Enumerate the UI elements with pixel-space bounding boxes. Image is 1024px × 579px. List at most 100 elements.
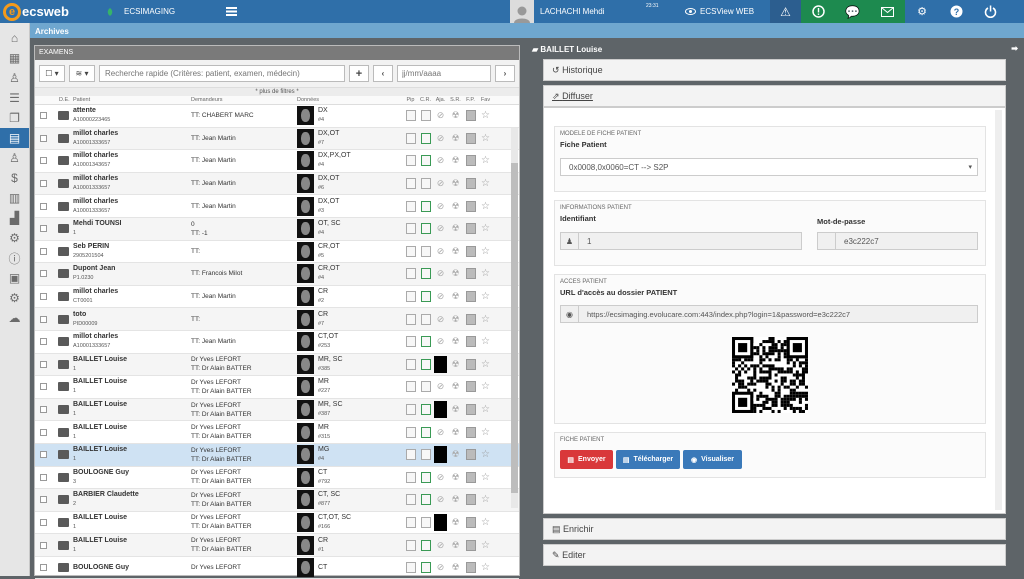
- donnees-cell[interactable]: CT,OT #253: [297, 332, 403, 352]
- folder-icon[interactable]: [58, 540, 69, 550]
- radiation-icon[interactable]: ☢: [451, 336, 461, 347]
- radiation-icon[interactable]: ☢: [451, 155, 461, 166]
- row-checkbox[interactable]: [40, 541, 47, 549]
- image-thumbnail[interactable]: [297, 241, 314, 261]
- donnees-cell[interactable]: CR,OT #5: [297, 241, 403, 261]
- table-row[interactable]: Dupont Jean P1.0230 TT: Francois Milot CR,O…: [35, 263, 519, 286]
- row-checkbox[interactable]: [40, 564, 47, 572]
- qr-icon[interactable]: [465, 381, 476, 393]
- home-icon[interactable]: ⌂: [0, 28, 29, 48]
- warning-button[interactable]: ⚠: [770, 0, 801, 23]
- qr-icon[interactable]: [465, 539, 476, 551]
- radiation-icon[interactable]: ☢: [451, 427, 461, 438]
- qr-icon[interactable]: [465, 223, 476, 235]
- table-row[interactable]: BAILLET Louise 1 Dr Yves LEFORT TT: Dr Alai…: [35, 353, 519, 377]
- qr-icon[interactable]: [465, 494, 476, 506]
- eye-slash-icon[interactable]: ⊘: [436, 155, 446, 166]
- folder-icon[interactable]: [58, 517, 69, 527]
- star-icon[interactable]: ☆: [481, 494, 491, 505]
- table-row[interactable]: BAILLET Louise 1 Dr Yves LEFORT TT: Dr Alai…: [35, 534, 519, 557]
- table-row[interactable]: millot charles A10001333657 TT: Jean Marti…: [35, 331, 519, 354]
- patient-cell[interactable]: BAILLET Louise 1: [73, 400, 191, 419]
- radiation-icon[interactable]: ☢: [451, 246, 461, 257]
- pip-icon[interactable]: [405, 132, 416, 144]
- donnees-cell[interactable]: MR #315: [297, 422, 403, 442]
- share-arrow-icon[interactable]: ➡: [1011, 44, 1018, 53]
- eye-slash-icon[interactable]: ⊘: [436, 268, 446, 279]
- report-icon[interactable]: [420, 223, 431, 235]
- folder-icon[interactable]: [58, 405, 69, 415]
- eye-slash-icon[interactable]: ⊘: [436, 110, 446, 121]
- layers-icon[interactable]: ❐: [0, 108, 29, 128]
- star-icon[interactable]: ☆: [481, 517, 491, 528]
- row-checkbox[interactable]: [40, 496, 47, 504]
- donnees-cell[interactable]: DX,OT #6: [297, 174, 403, 194]
- quick-search-input[interactable]: [99, 65, 345, 82]
- qr-icon[interactable]: [465, 426, 476, 438]
- qr-icon[interactable]: [465, 268, 476, 280]
- pip-icon[interactable]: [405, 426, 416, 438]
- patient-cell[interactable]: BAILLET Louise 1: [73, 445, 191, 464]
- document-settings-icon[interactable]: ▥: [0, 188, 29, 208]
- qr-icon[interactable]: [465, 562, 476, 574]
- radiation-icon[interactable]: ☢: [451, 540, 461, 551]
- table-row[interactable]: Seb PERIN 2905201504 TT: CR,OT #5 ⊘ ☢ ☆: [35, 241, 519, 264]
- star-icon[interactable]: ☆: [481, 133, 491, 144]
- exams-scrollbar[interactable]: [511, 128, 518, 508]
- row-checkbox[interactable]: [40, 473, 47, 481]
- password-field[interactable]: e3c222c7: [817, 232, 978, 250]
- report-icon[interactable]: [420, 245, 431, 257]
- col-de[interactable]: D.E.: [35, 97, 73, 103]
- tools-button[interactable]: ⚙: [905, 0, 939, 23]
- patient-cell[interactable]: BAILLET Louise 1: [73, 423, 191, 442]
- report-icon[interactable]: [420, 426, 431, 438]
- image-thumbnail[interactable]: [297, 512, 314, 532]
- star-icon[interactable]: ☆: [481, 381, 491, 392]
- patient-cell[interactable]: attente A10000223465: [73, 106, 191, 125]
- mail-button[interactable]: [870, 0, 905, 23]
- folder-icon[interactable]: [58, 382, 69, 392]
- report-icon[interactable]: [420, 200, 431, 212]
- donnees-cell[interactable]: CT #792: [297, 467, 403, 487]
- comments-icon[interactable]: ☁: [0, 308, 29, 328]
- report-icon[interactable]: [420, 404, 431, 416]
- diffuser-scrollbar[interactable]: [995, 110, 1002, 510]
- telecharger-button[interactable]: ▤ Télécharger: [616, 450, 680, 469]
- star-icon[interactable]: ☆: [481, 540, 491, 551]
- qr-icon[interactable]: [465, 132, 476, 144]
- image-thumbnail[interactable]: [297, 309, 314, 329]
- eye-slash-icon[interactable]: ⊘: [436, 314, 446, 325]
- folder-icon[interactable]: [58, 269, 69, 279]
- folder-icon[interactable]: [58, 224, 69, 234]
- eye-slash-icon[interactable]: ⊘: [436, 201, 446, 212]
- image-thumbnail[interactable]: [297, 196, 314, 216]
- donnees-cell[interactable]: CR #2: [297, 287, 403, 307]
- patient-cell[interactable]: toto PID00009: [73, 310, 191, 329]
- folder-icon[interactable]: [58, 563, 69, 573]
- report-icon[interactable]: [420, 449, 431, 461]
- radiation-icon[interactable]: ☢: [451, 562, 461, 573]
- folder-icon[interactable]: [58, 472, 69, 482]
- row-checkbox[interactable]: [40, 225, 47, 233]
- folder-icon[interactable]: [58, 292, 69, 302]
- patient-cell[interactable]: Seb PERIN 2905201504: [73, 242, 191, 261]
- col-patient[interactable]: Patient: [73, 97, 191, 103]
- donnees-cell[interactable]: MG #4: [297, 445, 403, 465]
- folder-icon[interactable]: [58, 359, 69, 369]
- star-icon[interactable]: ☆: [481, 562, 491, 573]
- qr-icon[interactable]: [465, 110, 476, 122]
- image-thumbnail[interactable]: [297, 151, 314, 171]
- donnees-cell[interactable]: CT,OT, SC #166: [297, 512, 403, 532]
- radiation-icon[interactable]: ☢: [451, 517, 461, 528]
- col-demandeurs[interactable]: Demandeurs: [191, 97, 297, 103]
- image-preview[interactable]: [434, 355, 447, 373]
- calendar-icon[interactable]: ▦: [0, 48, 29, 68]
- pip-icon[interactable]: [405, 381, 416, 393]
- star-icon[interactable]: ☆: [481, 178, 491, 189]
- row-checkbox[interactable]: [40, 134, 47, 142]
- col-fav[interactable]: Fav: [478, 97, 493, 103]
- row-checkbox[interactable]: [40, 338, 47, 346]
- donnees-cell[interactable]: CT: [297, 558, 403, 578]
- image-thumbnail[interactable]: [297, 128, 314, 148]
- image-thumbnail[interactable]: [297, 354, 314, 374]
